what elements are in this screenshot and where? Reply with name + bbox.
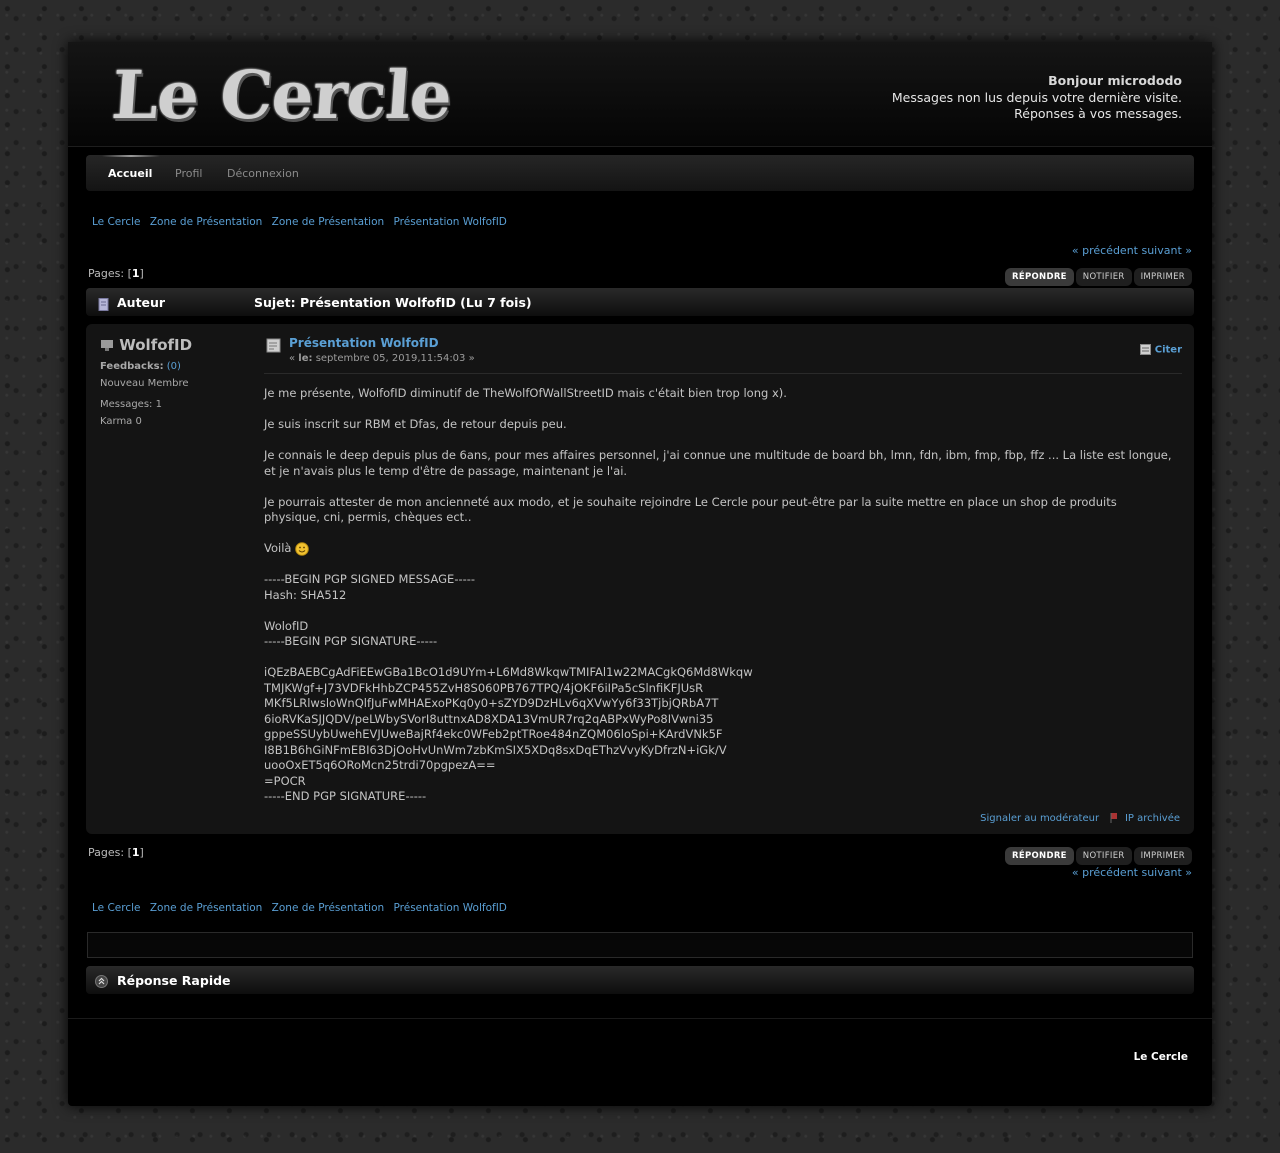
date-label: le: — [298, 353, 313, 364]
post-paragraph: Je connais le deep depuis plus de 6ans, … — [264, 448, 1172, 478]
current-page[interactable]: 1 — [132, 846, 140, 859]
offline-icon — [101, 340, 113, 351]
post: WolfofID Feedbacks: (0) Nouveau Membre M… — [86, 324, 1194, 834]
active-highlight — [102, 155, 160, 157]
replies-link[interactable]: Réponses à vos messages. — [892, 106, 1182, 123]
post-separator — [264, 373, 1182, 374]
feedbacks: Feedbacks: (0) — [100, 358, 250, 375]
footer: Le Cercle — [68, 1018, 1212, 1107]
menu-item-deconnexion[interactable]: Déconnexion — [227, 167, 299, 180]
date-prefix: « — [289, 353, 299, 364]
post-count: Messages: 1 — [100, 399, 162, 410]
breadcrumb-item[interactable]: Le Cercle — [92, 216, 141, 228]
current-page[interactable]: 1 — [132, 267, 140, 280]
pgp-signature: iQEzBAEBCgAdFiEEwGBa1BcO1d9UYm+L6Md8Wkqw… — [264, 665, 753, 803]
main-menu: Accueil Profil Déconnexion — [86, 155, 1194, 191]
post-date: « le: septembre 05, 2019,11:54:03 » — [289, 353, 475, 364]
post-paragraph: Je pourrais attester de mon ancienneté a… — [264, 494, 1117, 525]
feedbacks-link[interactable]: (0) — [167, 361, 181, 372]
post-paragraph: Je me présente, WolfofID diminutif de Th… — [264, 386, 787, 400]
quick-reply-title[interactable]: Réponse Rapide — [117, 973, 231, 988]
unread-messages-link[interactable]: Messages non lus depuis votre dernière v… — [892, 90, 1182, 107]
greeting: Bonjour micrododo — [1048, 73, 1182, 88]
author-column-label: Auteur — [117, 295, 166, 310]
breadcrumb-item[interactable]: Zone de Présentation — [150, 902, 262, 914]
topic-icon — [98, 294, 109, 313]
breadcrumb-item[interactable]: Présentation WolfofID — [394, 902, 507, 914]
breadcrumb-item[interactable]: Zone de Présentation — [272, 902, 384, 914]
menu-item-profil[interactable]: Profil — [175, 167, 202, 180]
poster-name[interactable]: WolfofID — [100, 336, 250, 354]
topic-title: Sujet: Présentation WolfofID (Lu 7 fois) — [254, 295, 532, 310]
topic-header-bar: Auteur Sujet: Présentation WolfofID (Lu … — [86, 288, 1194, 316]
date-value: septembre 05, 2019,11:54:03 » — [312, 353, 475, 364]
ip-icon — [1110, 813, 1117, 823]
pagination: Pages: [1] — [88, 267, 144, 280]
post-paragraph: Je suis inscrit sur RBM et Dfas, de reto… — [264, 417, 567, 431]
topic-buttons: RÉPONDRE NOTIFIER IMPRIMER — [1003, 264, 1192, 286]
post-paragraph: -----BEGIN PGP SIGNED MESSAGE----- Hash:… — [264, 572, 476, 602]
breadcrumb: Le Cercle Zone de Présentation Zone de P… — [92, 216, 513, 228]
page-wrapper: Le Cercle Bonjour micrododo Messages non… — [68, 42, 1212, 1106]
post-body: Je me présente, WolfofID diminutif de Th… — [264, 386, 1174, 820]
topic-buttons-bottom: RÉPONDRE NOTIFIER IMPRIMER — [1003, 843, 1192, 865]
feedbacks-label: Feedbacks: — [100, 361, 164, 372]
pages-label: Pages: — [88, 267, 125, 280]
post-keyinfo: Présentation WolfofID « le: septembre 05… — [264, 336, 475, 364]
poster-name-text[interactable]: WolfofID — [119, 336, 192, 354]
moderation-buttons-bar — [87, 932, 1193, 958]
breadcrumb-bottom: Le Cercle Zone de Présentation Zone de P… — [92, 902, 513, 914]
reply-button[interactable]: RÉPONDRE — [1005, 847, 1074, 865]
ip-logged: IP archivée — [1124, 813, 1180, 824]
karma: Karma 0 — [100, 416, 142, 427]
prev-next-nav-bottom[interactable]: « précédent suivant » — [1072, 866, 1192, 879]
post-paragraph: WolofID -----BEGIN PGP SIGNATURE----- — [264, 618, 438, 649]
breadcrumb-item[interactable]: Présentation WolfofID — [394, 216, 507, 228]
user-box: Bonjour micrododo Messages non lus depui… — [892, 73, 1182, 123]
voila-text: Voilà — [264, 541, 292, 555]
print-button[interactable]: IMPRIMER — [1133, 847, 1192, 865]
header: Le Cercle Bonjour micrododo Messages non… — [68, 42, 1212, 147]
quick-reply-header[interactable]: Réponse Rapide — [86, 966, 1194, 994]
moderation-bar: Signaler au modérateur IP archivée — [980, 812, 1180, 824]
footer-copyright[interactable]: Le Cercle — [1134, 1051, 1188, 1063]
member-rank: Nouveau Membre — [100, 378, 189, 389]
pages-label: Pages: — [88, 846, 125, 859]
forum-logo[interactable]: Le Cercle — [109, 56, 453, 134]
notify-button[interactable]: NOTIFIER — [1075, 847, 1132, 865]
poster-info: WolfofID Feedbacks: (0) Nouveau Membre M… — [100, 336, 250, 430]
post-icon — [266, 338, 281, 357]
breadcrumb-item[interactable]: Le Cercle — [92, 902, 141, 914]
prev-next-nav[interactable]: « précédent suivant » — [1072, 244, 1192, 257]
quote-label[interactable]: Citer — [1155, 345, 1182, 356]
pagination-bottom: Pages: [1] — [88, 846, 144, 859]
quote-icon — [1140, 344, 1152, 355]
breadcrumb-item[interactable]: Zone de Présentation — [150, 216, 262, 228]
notify-button[interactable]: NOTIFIER — [1075, 268, 1132, 286]
quote-button[interactable]: Citer — [1140, 344, 1182, 356]
smiley-icon — [295, 541, 309, 556]
menu-item-accueil[interactable]: Accueil — [108, 167, 152, 180]
post-subject[interactable]: Présentation WolfofID — [289, 336, 475, 350]
report-to-moderator-link[interactable]: Signaler au modérateur — [980, 813, 1099, 824]
print-button[interactable]: IMPRIMER — [1133, 268, 1192, 286]
breadcrumb-item[interactable]: Zone de Présentation — [272, 216, 384, 228]
collapse-icon[interactable] — [95, 973, 108, 992]
post-paragraph-voila: Voilà — [264, 541, 1174, 557]
reply-button[interactable]: RÉPONDRE — [1005, 268, 1074, 286]
